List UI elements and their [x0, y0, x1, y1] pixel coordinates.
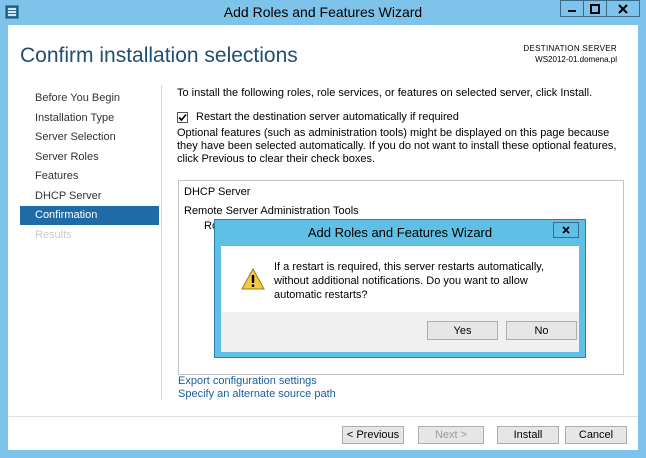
restart-checkbox[interactable]	[177, 111, 188, 123]
no-button[interactable]: No	[506, 321, 577, 340]
wizard-nav: Before You Begin Installation Type Serve…	[20, 89, 159, 245]
dialog-message: If a restart is required, this server re…	[274, 261, 544, 301]
nav-item-results: Results	[35, 228, 72, 241]
previous-button[interactable]: < Previous	[342, 426, 404, 444]
alternate-source-link[interactable]: Specify an alternate source path	[178, 388, 336, 401]
wizard-window: Add Roles and Features Wizard Confirm in…	[0, 0, 646, 458]
list-item-rsat: Remote Server Administration Tools	[184, 205, 359, 217]
nav-divider	[161, 85, 162, 400]
restart-checkbox-label: Restart the destination server automatic…	[196, 111, 459, 123]
restart-confirm-dialog: Add Roles and Features Wizard If a resta…	[214, 219, 586, 358]
close-icon[interactable]	[606, 0, 640, 17]
cancel-button[interactable]: Cancel	[565, 426, 627, 444]
restart-option[interactable]: Restart the destination server automatic…	[177, 111, 459, 123]
nav-item-server-roles[interactable]: Server Roles	[20, 148, 159, 167]
nav-item-before-you-begin[interactable]: Before You Begin	[20, 89, 159, 108]
nav-item-features[interactable]: Features	[20, 167, 159, 186]
dialog-body: If a restart is required, this server re…	[221, 246, 579, 312]
dialog-close-icon[interactable]	[553, 222, 579, 238]
export-configuration-link[interactable]: Export configuration settings	[178, 375, 336, 388]
checkmark-icon	[178, 113, 187, 121]
destination-server: DESTINATION SERVER WS2012-01.domena.pl	[523, 43, 617, 65]
next-button: Next >	[418, 426, 484, 444]
maximize-icon[interactable]	[583, 0, 607, 17]
minimize-icon[interactable]	[560, 0, 584, 17]
footer-divider	[8, 416, 638, 417]
list-item-dhcp-server: DHCP Server	[184, 186, 251, 198]
page-title: Confirm installation selections	[20, 44, 298, 67]
nav-item-dhcp-server[interactable]: DHCP Server	[20, 187, 159, 206]
nav-item-confirmation[interactable]: Confirmation	[20, 206, 159, 225]
nav-item-installation-type[interactable]: Installation Type	[20, 109, 159, 128]
install-button[interactable]: Install	[497, 426, 559, 444]
intro-text: To install the following roles, role ser…	[177, 87, 593, 99]
destination-value: WS2012-01.domena.pl	[535, 55, 617, 64]
optional-features-text: Optional features (such as administratio…	[177, 127, 617, 165]
dialog-footer: Yes No	[221, 312, 579, 352]
dialog-title: Add Roles and Features Wizard	[307, 225, 493, 240]
title-bar[interactable]: Add Roles and Features Wizard	[0, 0, 646, 25]
nav-item-server-selection[interactable]: Server Selection	[20, 128, 159, 147]
window-title: Add Roles and Features Wizard	[223, 4, 423, 20]
links-area: Export configuration settings Specify an…	[178, 375, 336, 401]
yes-button[interactable]: Yes	[427, 321, 498, 340]
warning-icon	[241, 268, 265, 290]
destination-label: DESTINATION SERVER	[523, 44, 617, 53]
